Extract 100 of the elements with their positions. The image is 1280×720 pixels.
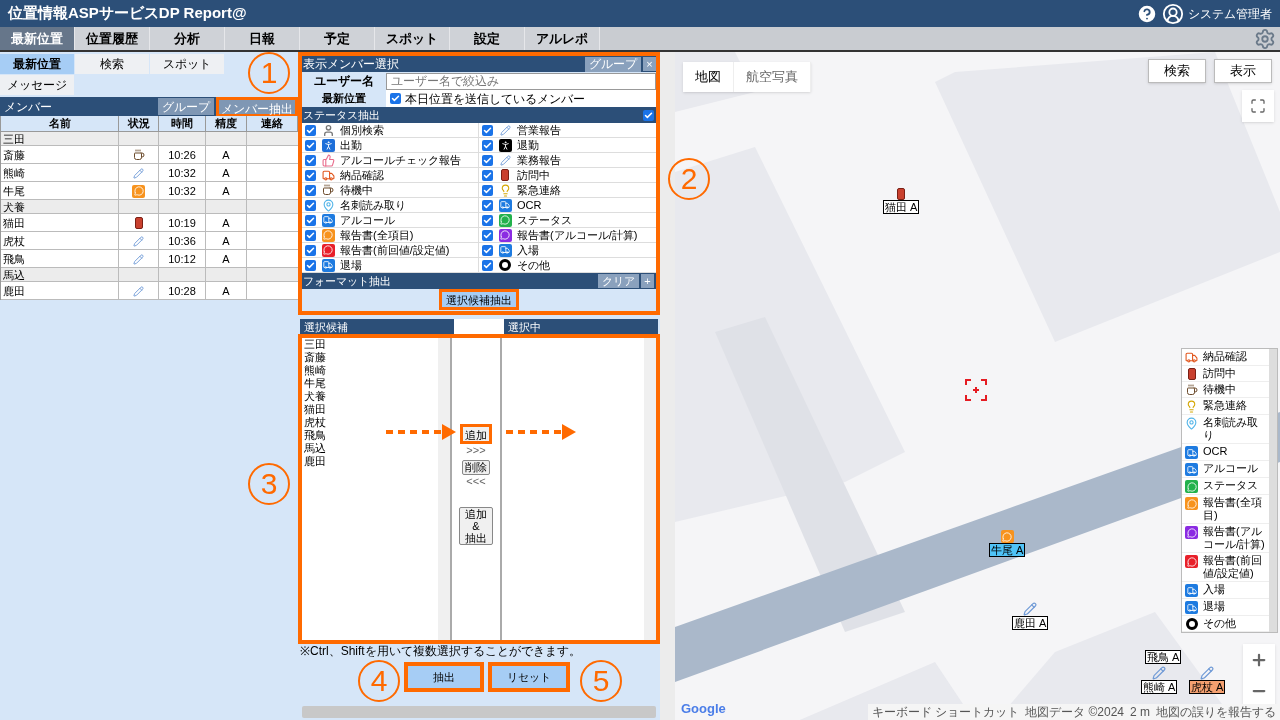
- main-tab[interactable]: 予定: [300, 27, 375, 50]
- main-tab[interactable]: 分析: [150, 27, 225, 50]
- map-button[interactable]: 検索: [1148, 59, 1206, 83]
- list-item[interactable]: 熊崎: [304, 364, 438, 377]
- status-label: 報告書(前回値/設定値): [340, 242, 450, 258]
- group-row[interactable]: 三田: [1, 132, 298, 146]
- status-label: 待機中: [340, 182, 373, 198]
- attribution-text[interactable]: キーボード ショートカット: [871, 703, 1020, 720]
- sub-tab[interactable]: 検索: [75, 54, 149, 74]
- table-cell: 馬込: [1, 268, 119, 282]
- user-avatar-icon[interactable]: [1162, 2, 1184, 25]
- list-item[interactable]: 虎杖: [304, 416, 438, 429]
- list-item[interactable]: 馬込: [304, 442, 438, 455]
- scrollbar[interactable]: [302, 706, 656, 718]
- marker-label[interactable]: 猫田 A: [883, 200, 920, 214]
- scrollbar[interactable]: [660, 52, 675, 720]
- checkbox[interactable]: [482, 259, 493, 271]
- pencil-icon: [1152, 666, 1167, 680]
- checkbox[interactable]: [305, 124, 316, 136]
- checkbox[interactable]: [643, 109, 654, 121]
- status-label: 名刺読み取り: [340, 197, 406, 213]
- table-cell: A: [206, 164, 247, 182]
- map-type-button[interactable]: 航空写真: [734, 62, 811, 92]
- add-extract-button[interactable]: 追加 & 抽出: [459, 507, 493, 545]
- arrow-text: >>>: [466, 444, 486, 456]
- cylinder-icon: [501, 169, 509, 181]
- field-label: 最新位置: [321, 91, 367, 107]
- main-tab[interactable]: 日報: [225, 27, 300, 50]
- checkbox[interactable]: [305, 244, 316, 256]
- marker-label[interactable]: 牛尾 A: [989, 543, 1026, 557]
- scrollbar[interactable]: [438, 338, 450, 640]
- scrollbar[interactable]: [644, 338, 656, 640]
- sub-tab[interactable]: メッセージ: [0, 75, 74, 95]
- checkbox[interactable]: [482, 214, 493, 226]
- pencil-icon: [1200, 666, 1215, 680]
- legend-label: 緊急連絡: [1203, 399, 1248, 412]
- checkbox[interactable]: [305, 259, 316, 271]
- main-tab[interactable]: スポット: [375, 27, 450, 50]
- checkbox[interactable]: [482, 139, 493, 151]
- list-header: 選択中: [504, 319, 658, 334]
- sub-tab[interactable]: スポット: [150, 54, 224, 74]
- checkbox[interactable]: [305, 169, 316, 181]
- list-item[interactable]: 犬養: [304, 390, 438, 403]
- attribution-text: 地図データ ©2024: [1025, 704, 1124, 720]
- status-label: 報告書(全項目): [340, 227, 414, 243]
- list-item[interactable]: 斎藤: [304, 351, 438, 364]
- list-item[interactable]: 飛鳥: [304, 429, 438, 442]
- checkbox[interactable]: [482, 169, 493, 181]
- marker-label[interactable]: 虎杖 A: [1189, 680, 1226, 694]
- checkbox[interactable]: [482, 229, 493, 241]
- remove-button[interactable]: 削除: [462, 460, 490, 475]
- map-button[interactable]: 表示: [1214, 59, 1272, 83]
- sub-tab[interactable]: 最新位置: [0, 54, 74, 74]
- checkbox[interactable]: [305, 154, 316, 166]
- status-label: 出勤: [340, 137, 362, 153]
- checkbox[interactable]: [305, 184, 316, 196]
- marker-label[interactable]: 鹿田 A: [1012, 616, 1049, 630]
- list-item[interactable]: 鹿田: [304, 455, 438, 468]
- checkbox[interactable]: [305, 199, 316, 211]
- help-icon[interactable]: [1136, 2, 1158, 25]
- settings-icon[interactable]: [1254, 27, 1276, 50]
- table-cell: A: [206, 232, 247, 250]
- checkbox[interactable]: [305, 229, 316, 241]
- add-button[interactable]: 追加: [460, 424, 492, 444]
- scrollbar[interactable]: [1269, 349, 1277, 632]
- checkbox[interactable]: [482, 184, 493, 196]
- list-item[interactable]: 牛尾: [304, 377, 438, 390]
- group-row[interactable]: 馬込: [1, 268, 298, 282]
- fullscreen-button[interactable]: [1242, 90, 1274, 122]
- checkbox[interactable]: [305, 214, 316, 226]
- pencil-icon: [1023, 602, 1038, 616]
- legend-label: 待機中: [1203, 383, 1237, 396]
- checkbox[interactable]: [482, 199, 493, 211]
- extract-candidates-button[interactable]: 選択候補抽出: [439, 289, 519, 310]
- checkbox[interactable]: [390, 93, 401, 104]
- group-row[interactable]: 犬養: [1, 200, 298, 214]
- checkbox[interactable]: [482, 244, 493, 256]
- checkbox[interactable]: [305, 139, 316, 151]
- list-item[interactable]: 猫田: [304, 403, 438, 416]
- main-tab[interactable]: 最新位置: [0, 27, 75, 50]
- attribution-text[interactable]: 地図の誤りを報告する: [1156, 703, 1276, 720]
- marker-label[interactable]: 熊崎 A: [1141, 680, 1178, 694]
- username-input-field[interactable]: ユーザー名で絞込み: [386, 72, 656, 90]
- table-cell: 斎藤: [1, 146, 119, 164]
- user-name[interactable]: システム管理者: [1188, 4, 1272, 23]
- checkbox[interactable]: [482, 154, 493, 166]
- extract-button[interactable]: 抽出: [404, 662, 484, 692]
- checkbox[interactable]: [482, 124, 493, 136]
- reset-button[interactable]: リセット: [488, 662, 570, 692]
- list-item[interactable]: 三田: [304, 338, 438, 351]
- attribution-text: 2 m: [1130, 704, 1150, 720]
- status-label: 報告書(アルコール/計算): [517, 227, 638, 243]
- candidate-list[interactable]: 三田 斎藤 熊崎 牛尾 犬養 猫田 虎杖 飛鳥 馬込 鹿田: [302, 338, 452, 640]
- marker-label[interactable]: 飛鳥 A: [1145, 650, 1182, 664]
- main-tab[interactable]: 設定: [450, 27, 525, 50]
- table-cell: 10:36: [159, 232, 206, 250]
- main-tab[interactable]: アルレポ: [525, 27, 600, 50]
- checkbox-label: 本日位置を送信しているメンバー: [405, 90, 585, 108]
- main-tab[interactable]: 位置履歴: [75, 27, 150, 50]
- annotation-number: 4: [358, 660, 400, 702]
